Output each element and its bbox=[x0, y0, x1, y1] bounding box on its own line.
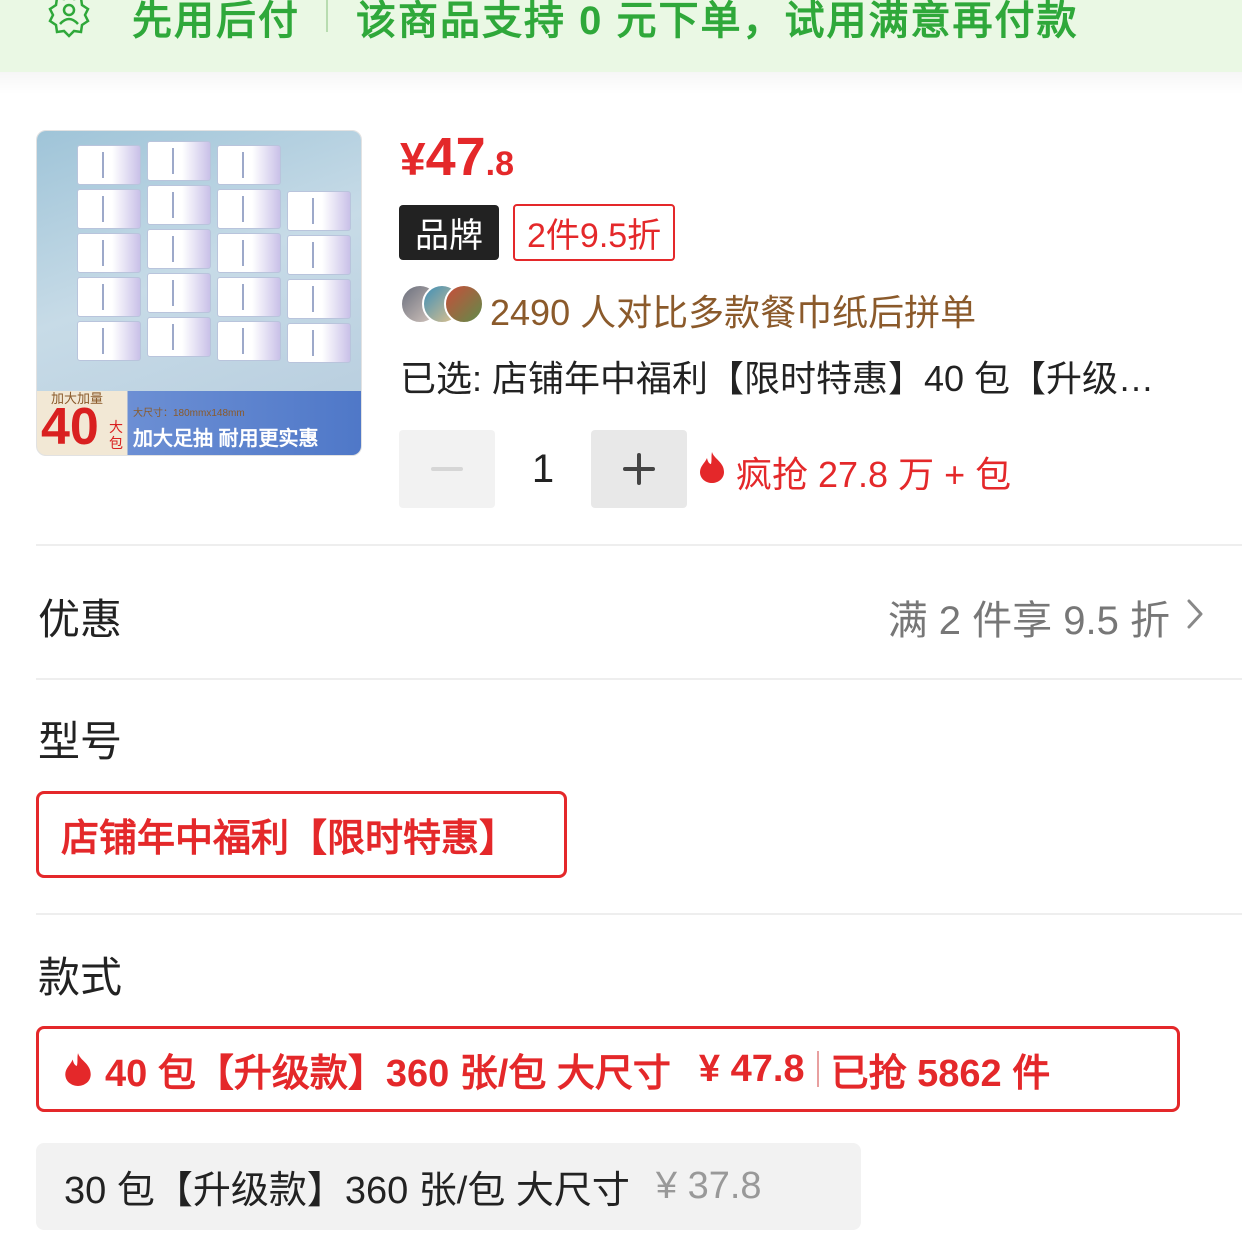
price-symbol: ¥ bbox=[400, 133, 426, 185]
style-option-sold: 已抢 5862 件 bbox=[830, 1052, 1051, 1095]
option-divider bbox=[816, 1051, 819, 1087]
pay-later-banner[interactable]: 先用后付 该商品支持 0 元下单，试用满意再付款 bbox=[0, 0, 1242, 72]
price-integer: 47 bbox=[425, 127, 486, 187]
tissue-pack-image bbox=[77, 189, 141, 229]
tissue-pack-image bbox=[147, 229, 211, 269]
tissue-pack-image bbox=[217, 145, 281, 185]
product-price: ¥47.8 bbox=[400, 126, 514, 188]
thumbnail-size: 大尺寸：180mmx148mm bbox=[133, 408, 245, 419]
brand-badge: 品牌 bbox=[399, 205, 499, 260]
style-option-price: ¥ 37.8 bbox=[655, 1165, 762, 1207]
chevron-right-icon[interactable] bbox=[1184, 598, 1206, 630]
tissue-pack-image bbox=[147, 141, 211, 181]
promotion-label: 优惠 bbox=[38, 596, 123, 643]
product-thumbnail[interactable]: 加大加量 40 大包 大尺寸：180mmx148mm 加大足抽 耐用更实惠 bbox=[36, 130, 362, 456]
tissue-pack-image bbox=[287, 323, 351, 363]
tissue-pack-image bbox=[217, 321, 281, 361]
tissue-pack-image bbox=[77, 145, 141, 185]
divider bbox=[36, 913, 1242, 915]
banner-divider bbox=[326, 0, 328, 32]
tissue-pack-image bbox=[147, 273, 211, 313]
tissue-pack-image bbox=[217, 189, 281, 229]
fire-icon bbox=[65, 1053, 91, 1086]
tissue-pack-image bbox=[147, 317, 211, 357]
tissue-pack-image bbox=[217, 233, 281, 273]
badge-check-icon bbox=[48, 0, 90, 38]
model-option-label: 店铺年中福利【限时特惠】 bbox=[61, 818, 518, 860]
style-option-name: 30 包【升级款】360 张/包 大尺寸 bbox=[64, 1170, 630, 1212]
buyer-avatars bbox=[400, 284, 484, 326]
banner-title: 先用后付 bbox=[132, 0, 300, 43]
hot-sales-text: 疯抢 27.8 万 + 包 bbox=[736, 454, 1012, 495]
tissue-pack-image bbox=[77, 277, 141, 317]
promotion-value[interactable]: 满 2 件享 9.5 折 bbox=[888, 588, 1170, 646]
tissue-pack-image bbox=[217, 277, 281, 317]
style-option[interactable]: 30 包【升级款】360 张/包 大尺寸 ¥ 37.8 bbox=[36, 1143, 861, 1230]
tissue-pack-image bbox=[77, 321, 141, 361]
discount-badge: 2件9.5折 bbox=[513, 204, 676, 261]
minus-icon bbox=[431, 467, 463, 471]
banner-shadow bbox=[0, 72, 1242, 94]
divider bbox=[36, 678, 1242, 680]
compare-text: 2490 人对比多款餐巾纸后拼单 bbox=[490, 292, 977, 333]
thumbnail-count: 40 bbox=[41, 398, 99, 456]
quantity-decrease-button[interactable] bbox=[399, 430, 495, 508]
tissue-pack-image bbox=[287, 235, 351, 275]
selected-variant-text[interactable]: 已选: 店铺年中福利【限时特惠】40 包【升级… bbox=[400, 350, 1200, 402]
tissue-pack-image bbox=[77, 233, 141, 273]
thumbnail-slogan: 加大足抽 耐用更实惠 bbox=[133, 428, 319, 450]
model-option-selected[interactable]: 店铺年中福利【限时特惠】 bbox=[36, 791, 567, 878]
model-label: 型号 bbox=[38, 718, 123, 765]
style-option-selected[interactable]: 40 包【升级款】360 张/包 大尺寸 ¥ 47.8 已抢 5862 件 bbox=[36, 1026, 1180, 1112]
style-option-price: ¥ 47.8 bbox=[698, 1047, 805, 1090]
fire-icon bbox=[700, 452, 724, 483]
tissue-pack-image bbox=[147, 185, 211, 225]
banner-description: 该商品支持 0 元下单，试用满意再付款 bbox=[356, 0, 1079, 43]
style-option-name: 40 包【升级款】360 张/包 大尺寸 bbox=[105, 1052, 671, 1095]
quantity-value[interactable]: 1 bbox=[495, 430, 591, 508]
thumbnail-unit: 大包 bbox=[109, 419, 123, 451]
avatar bbox=[444, 284, 484, 324]
tissue-pack-image bbox=[287, 191, 351, 231]
price-decimal: .8 bbox=[485, 145, 515, 183]
quantity-increase-button[interactable] bbox=[591, 430, 687, 508]
divider bbox=[36, 544, 1242, 546]
tissue-pack-image bbox=[287, 279, 351, 319]
style-label: 款式 bbox=[38, 954, 123, 1001]
